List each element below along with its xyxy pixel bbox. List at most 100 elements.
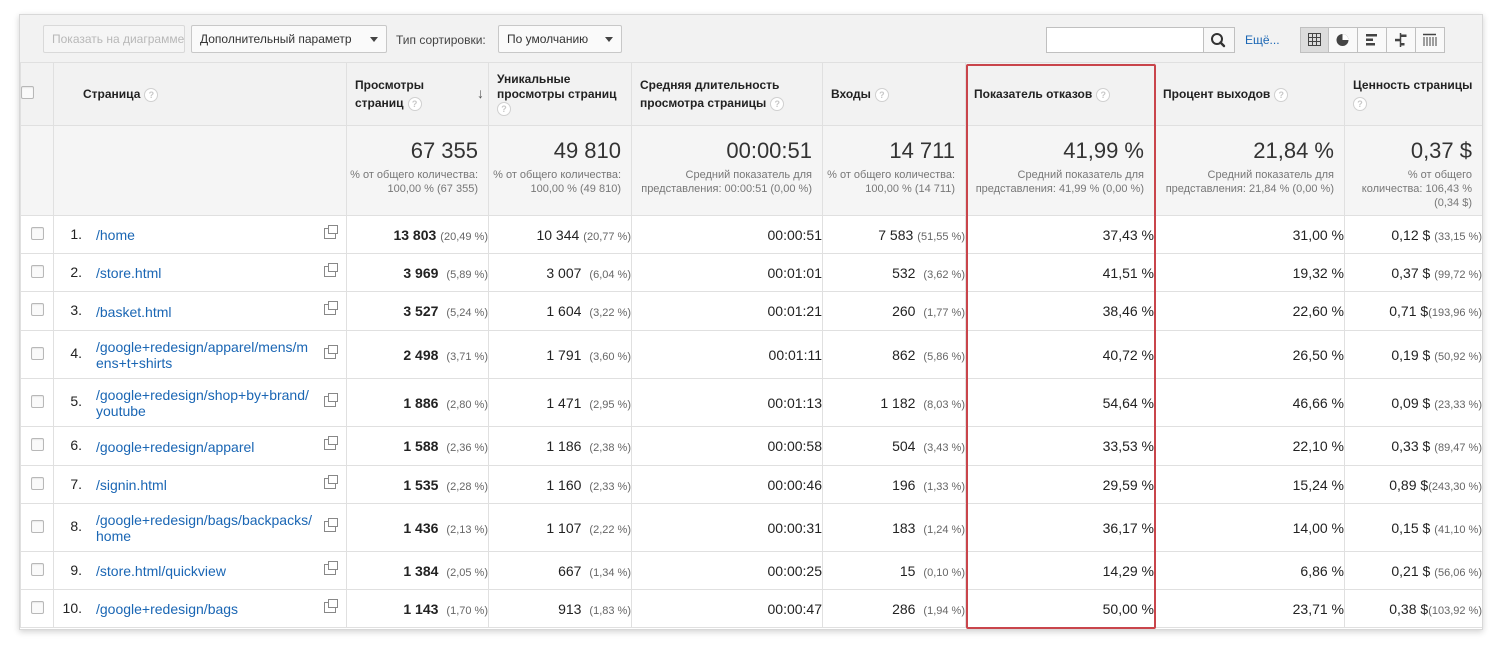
page-value: 0,33 $ <box>1391 438 1431 454</box>
column-header-entrances[interactable]: Входы? <box>822 62 966 126</box>
pageviews-value: 3 527 <box>403 303 439 319</box>
value-percent: (56,06 %) <box>1434 566 1482 579</box>
exit-value: 14,00 % <box>1292 519 1344 536</box>
column-header-pageviews[interactable]: Просмотры страниц? ↓ <box>346 62 489 126</box>
row-checkbox[interactable] <box>30 438 44 451</box>
entrances-percent: (1,33 %) <box>923 480 965 493</box>
row-checkbox[interactable] <box>30 519 44 533</box>
help-icon[interactable]: ? <box>144 87 159 102</box>
pivot-view-button[interactable] <box>1416 27 1445 53</box>
exit-value: 46,66 % <box>1292 394 1344 411</box>
external-link-icon[interactable] <box>324 436 338 450</box>
row-checkbox-cell <box>20 551 54 590</box>
column-header-exit-rate[interactable]: Процент выходов? <box>1154 62 1345 126</box>
value-percent: (23,33 %) <box>1434 398 1482 411</box>
report-panel: Показать на диаграмме Дополнительный пар… <box>19 14 1483 630</box>
page-link[interactable]: /google+redesign/apparel <box>96 439 312 455</box>
column-header-bounce-rate[interactable]: Показатель отказов? <box>965 62 1155 126</box>
column-header-avg-time[interactable]: Средняя длительность просмотра страницы? <box>631 62 823 126</box>
external-link-icon[interactable] <box>324 560 338 575</box>
external-link-icon[interactable] <box>324 392 338 407</box>
row-checkbox[interactable] <box>30 226 44 240</box>
show-on-chart-button[interactable]: Показать на диаграмме <box>43 25 185 53</box>
pageviews-value: 2 498 <box>403 346 439 363</box>
entrances-value: 196 <box>892 476 916 493</box>
page-link[interactable]: /basket.html <box>96 304 312 320</box>
avg-time-value: 00:00:51 <box>767 226 822 243</box>
comparison-view-icon <box>1395 33 1407 47</box>
pageviews-percent: (2,36 %) <box>446 442 488 454</box>
page-link[interactable]: /google+redesign/shop+by+brand/youtube <box>96 387 312 419</box>
avg-time-cell: 00:01:01 <box>631 253 823 292</box>
select-all-checkbox[interactable] <box>21 86 34 99</box>
column-header-page-value[interactable]: Ценность страницы? <box>1344 62 1482 126</box>
pageviews-cell: 13 803 (20,49 %) <box>346 215 489 254</box>
external-link-icon[interactable] <box>324 301 338 315</box>
row-checkbox[interactable] <box>30 600 44 614</box>
pageviews-value: 1 535 <box>403 476 439 493</box>
exit-cell: 14,00 % <box>1154 503 1345 552</box>
total-value-note: % от общего количества: 106,43 % (0,34 $… <box>1361 169 1472 209</box>
bar-view-icon <box>1366 34 1377 46</box>
search-button[interactable] <box>1204 27 1235 53</box>
pivot-view-icon <box>1423 33 1437 46</box>
row-checkbox[interactable] <box>30 562 44 576</box>
report-toolbar: Показать на диаграмме Дополнительный пар… <box>20 15 1482 63</box>
external-link-icon[interactable] <box>324 474 338 489</box>
help-icon[interactable]: ? <box>770 96 785 111</box>
page-link[interactable]: /google+redesign/apparel/mens/mens+t+shi… <box>96 339 312 371</box>
external-link-icon[interactable] <box>324 517 338 532</box>
external-link-icon[interactable] <box>324 262 338 277</box>
entrances-percent: (5,86 %) <box>923 350 965 363</box>
page-value: 0,71 $ <box>1389 303 1429 319</box>
avg-time-value: 00:00:25 <box>767 562 822 579</box>
column-header-unique-pageviews[interactable]: Уникальные просмотры страниц? <box>488 62 632 126</box>
help-icon[interactable]: ? <box>407 96 422 111</box>
pageviews-cell: 3 969 (5,89 %) <box>346 253 489 292</box>
totals-blank-cell <box>20 125 54 216</box>
help-icon[interactable]: ? <box>1274 87 1289 102</box>
avg-time-cell: 00:00:51 <box>631 215 823 254</box>
row-checkbox-cell <box>20 378 54 427</box>
entrances-cell: 196 (1,33 %) <box>822 465 966 504</box>
page-value: 0,19 $ <box>1391 346 1431 363</box>
row-checkbox[interactable] <box>30 303 44 316</box>
help-icon[interactable]: ? <box>874 87 889 102</box>
table-view-button[interactable] <box>1300 27 1329 53</box>
page-link[interactable]: /store.html/quickview <box>96 563 312 579</box>
column-header-page[interactable]: Страница? <box>53 62 347 126</box>
sort-type-dropdown[interactable]: По умолчанию <box>498 25 622 53</box>
row-checkbox[interactable] <box>30 264 44 278</box>
help-icon[interactable]: ? <box>1353 96 1367 111</box>
more-link[interactable]: Ещё... <box>1245 33 1280 47</box>
page-link[interactable]: /google+redesign/bags/backpacks/home <box>96 512 312 544</box>
page-link[interactable]: /store.html <box>96 265 312 281</box>
help-icon[interactable]: ? <box>1096 87 1111 102</box>
unique-cell: 1 604 (3,22 %) <box>488 291 632 331</box>
pie-view-button[interactable] <box>1329 27 1358 53</box>
help-icon[interactable]: ? <box>497 102 511 117</box>
entrances-cell: 7 583 (51,55 %) <box>822 215 966 254</box>
row-checkbox[interactable] <box>30 394 44 408</box>
bar-view-button[interactable] <box>1358 27 1387 53</box>
pageviews-cell: 3 527 (5,24 %) <box>346 291 489 331</box>
row-checkbox[interactable] <box>30 476 44 490</box>
external-link-icon[interactable] <box>324 224 338 239</box>
search-input[interactable] <box>1046 27 1204 53</box>
page-link[interactable]: /google+redesign/bags <box>96 601 312 617</box>
column-title: Показатель отказов <box>974 87 1093 101</box>
page-link[interactable]: /signin.html <box>96 477 312 493</box>
exit-value: 15,24 % <box>1292 476 1344 493</box>
secondary-dimension-dropdown[interactable]: Дополнительный параметр <box>191 25 387 53</box>
row-checkbox[interactable] <box>30 346 44 360</box>
total-page-value: 0,37 $ <box>1410 138 1472 163</box>
entrances-value: 1 182 <box>880 394 916 411</box>
pageviews-percent: (5,24 %) <box>446 307 488 319</box>
total-bounce-cell: 41,99 % Средний показатель для представле… <box>965 125 1155 216</box>
pageviews-percent: (2,05 %) <box>446 566 488 579</box>
page-link[interactable]: /home <box>96 227 312 243</box>
external-link-icon[interactable] <box>324 598 338 613</box>
page-cell: 5. /google+redesign/shop+by+brand/youtube <box>53 378 347 427</box>
comparison-view-button[interactable] <box>1387 27 1416 53</box>
external-link-icon[interactable] <box>324 344 338 359</box>
